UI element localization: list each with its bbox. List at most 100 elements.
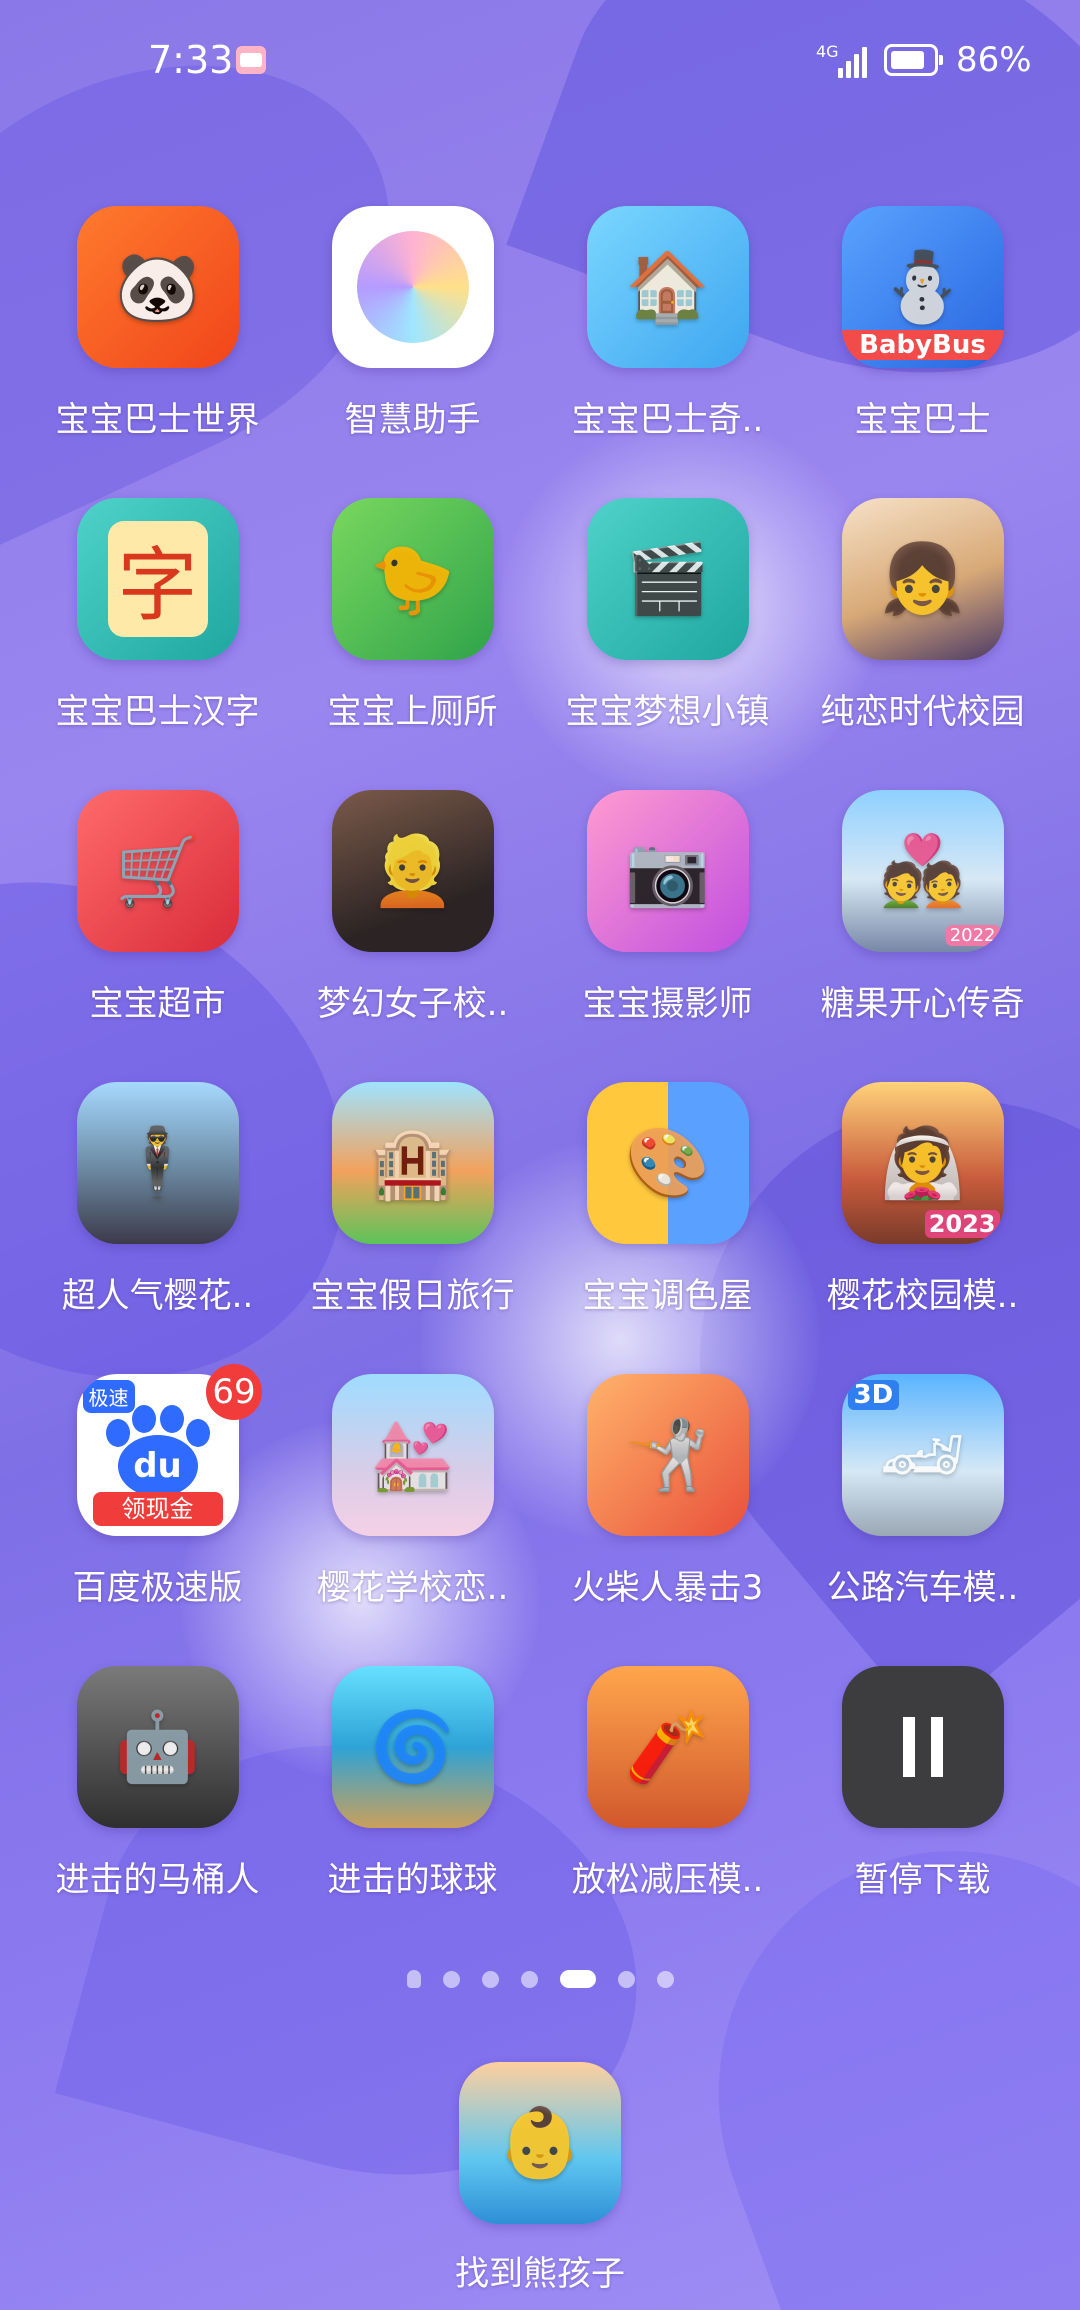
camera-panda-icon[interactable]: 📷 [586,790,749,952]
sports-car-icon[interactable]: 🏎 3D [841,1374,1004,1536]
page-dot[interactable] [656,1970,674,1988]
app-label: 进击的马桶人 [55,1860,260,1900]
app-label: 樱花学校恋.. [316,1568,509,1608]
paint-room-icon[interactable]: 🎨 [586,1082,749,1244]
babybus-logo-text: BabyBus [841,330,1004,360]
app-baby-bus-dollhouse[interactable]: 🏠 宝宝巴士奇.. [540,206,795,498]
campus-couple-icon[interactable]: 👰 2023 [841,1082,1004,1244]
street-character-icon[interactable]: 🕴 [76,1082,239,1244]
page-dot-active[interactable] [559,1970,596,1988]
app-baidu-lite[interactable]: 极速 du 领现金 69 百度极速版 [30,1364,285,1666]
app-photographer[interactable]: 📷 宝宝摄影师 [540,790,795,1082]
app-potty-training[interactable]: 🐤 宝宝上厕所 [285,498,540,790]
pause-icon [902,1717,943,1777]
dream-town-icon[interactable]: 🎬 [586,498,749,660]
app-paused-download[interactable]: 暂停下载 [795,1666,1050,1958]
app-dream-town[interactable]: 🎬 宝宝梦想小镇 [540,498,795,790]
dynamite-icon[interactable]: 🧨 [586,1666,749,1828]
page-dot-hint[interactable] [406,1970,421,1988]
app-find-naughty-kid[interactable]: 👶 找到熊孩子 [415,2062,665,2295]
app-label: 宝宝摄影师 [582,984,753,1024]
app-candy-legend[interactable]: 💑 2022 糖果开心传奇 [795,790,1050,1082]
baidu-ribbon-text: 领现金 [92,1492,223,1526]
page-dot[interactable] [617,1970,635,1988]
character-glyph: 字 [107,521,208,637]
app-color-house[interactable]: 🎨 宝宝调色屋 [540,1082,795,1374]
app-dream-girls-school[interactable]: 👱 梦幻女子校.. [285,790,540,1082]
app-holiday-travel[interactable]: 🏨 宝宝假日旅行 [285,1082,540,1374]
app-ball-attack[interactable]: 🌀 进击的球球 [285,1666,540,1958]
battery-percentage: 86% [956,40,1032,80]
app-label: 火柴人暴击3 [571,1568,764,1608]
app-sakura-campus-sim[interactable]: 👰 2023 樱花校园模.. [795,1082,1050,1374]
app-label: 宝宝调色屋 [582,1276,753,1316]
app-label: 宝宝巴士汉字 [55,692,260,732]
app-relax-stress[interactable]: 🧨 放松减压模.. [540,1666,795,1958]
app-label: 暂停下载 [854,1860,991,1900]
year-label: 2023 [924,1210,1000,1238]
app-smart-assistant[interactable]: 智慧助手 [285,206,540,498]
chinese-character-icon[interactable]: 字 [76,498,239,660]
network-type: 4G [816,42,839,61]
app-label: 百度极速版 [72,1568,243,1608]
app-chinese-characters[interactable]: 字 宝宝巴士汉字 [30,498,285,790]
app-toilet-attack[interactable]: 🤖 进击的马桶人 [30,1666,285,1958]
pause-download-icon[interactable] [841,1666,1004,1828]
toilet-robot-icon[interactable]: 🤖 [76,1666,239,1828]
couple-city-icon[interactable]: 💑 2022 [841,790,1004,952]
smart-assistant-icon[interactable] [331,206,494,368]
status-time: 7:33 [148,38,234,82]
notification-badge: 69 [206,1364,262,1420]
app-label: 智慧助手 [344,400,481,440]
potty-icon[interactable]: 🐤 [331,498,494,660]
app-label: 宝宝梦想小镇 [565,692,770,732]
dollhouse-icon[interactable]: 🏠 [586,206,749,368]
app-grid: 🐼 宝宝巴士世界 智慧助手 🏠 宝宝巴士奇.. ⛄ BabyBus 宝宝巴士 字… [30,206,1050,1958]
app-label: 糖果开心传奇 [820,984,1025,1024]
app-label: 纯恋时代校园 [820,692,1025,732]
school-girl-icon[interactable]: 👱 [331,790,494,952]
app-label: 宝宝超市 [89,984,226,1024]
baidu-du-text: du [117,1435,198,1497]
app-baby-bus-world[interactable]: 🐼 宝宝巴士世界 [30,206,285,498]
app-label: 樱花校园模.. [826,1276,1019,1316]
3d-label: 3D [847,1380,900,1410]
paw-icon: du [98,1405,218,1505]
app-label: 公路汽车模.. [826,1568,1019,1608]
rolling-ball-icon[interactable]: 🌀 [331,1666,494,1828]
panda-hero-icon[interactable]: 🐼 [76,206,239,368]
hotel-icon[interactable]: 🏨 [331,1082,494,1244]
app-supermarket[interactable]: 🛒 宝宝超市 [30,790,285,1082]
wedding-couple-icon[interactable]: 💒 [331,1374,494,1536]
app-super-sakura[interactable]: 🕴 超人气樱花.. [30,1082,285,1374]
app-sakura-school-love[interactable]: 💒 樱花学校恋.. [285,1374,540,1666]
year-label: 2022 [945,925,1000,946]
app-label: 宝宝巴士 [854,400,991,440]
app-label: 放松减压模.. [571,1860,764,1900]
app-label: 找到熊孩子 [455,2254,625,2294]
app-baby-bus[interactable]: ⛄ BabyBus 宝宝巴士 [795,206,1050,498]
stickman-icon[interactable]: 🤺 [586,1374,749,1536]
app-label: 超人气樱花.. [61,1276,254,1316]
app-label: 宝宝假日旅行 [310,1276,515,1316]
app-stickman-crit[interactable]: 🤺 火柴人暴击3 [540,1374,795,1666]
page-dot[interactable] [481,1970,499,1988]
battery-icon [884,44,943,76]
status-bar: 7:33 4G 86% [0,0,1080,126]
swimming-kid-icon[interactable]: 👶 [459,2062,621,2224]
app-label: 进击的球球 [327,1860,498,1900]
anime-girl-icon[interactable]: 👧 [841,498,1004,660]
cash-register-icon[interactable]: 🛒 [76,790,239,952]
signal-strength-icon [838,44,872,78]
app-pure-love-campus[interactable]: 👧 纯恋时代校园 [795,498,1050,790]
notification-app-icon [236,46,266,74]
page-indicator[interactable] [0,1967,1080,1991]
app-road-car-sim[interactable]: 🏎 3D 公路汽车模.. [795,1374,1050,1666]
app-label: 宝宝巴士奇.. [571,400,764,440]
dock: 👶 找到熊孩子 [0,2062,1080,2295]
page-dot[interactable] [442,1970,460,1988]
babybus-icon[interactable]: ⛄ BabyBus [841,206,1004,368]
battery-level-fill [891,51,925,69]
page-dot[interactable] [520,1970,538,1988]
app-label: 宝宝巴士世界 [55,400,260,440]
